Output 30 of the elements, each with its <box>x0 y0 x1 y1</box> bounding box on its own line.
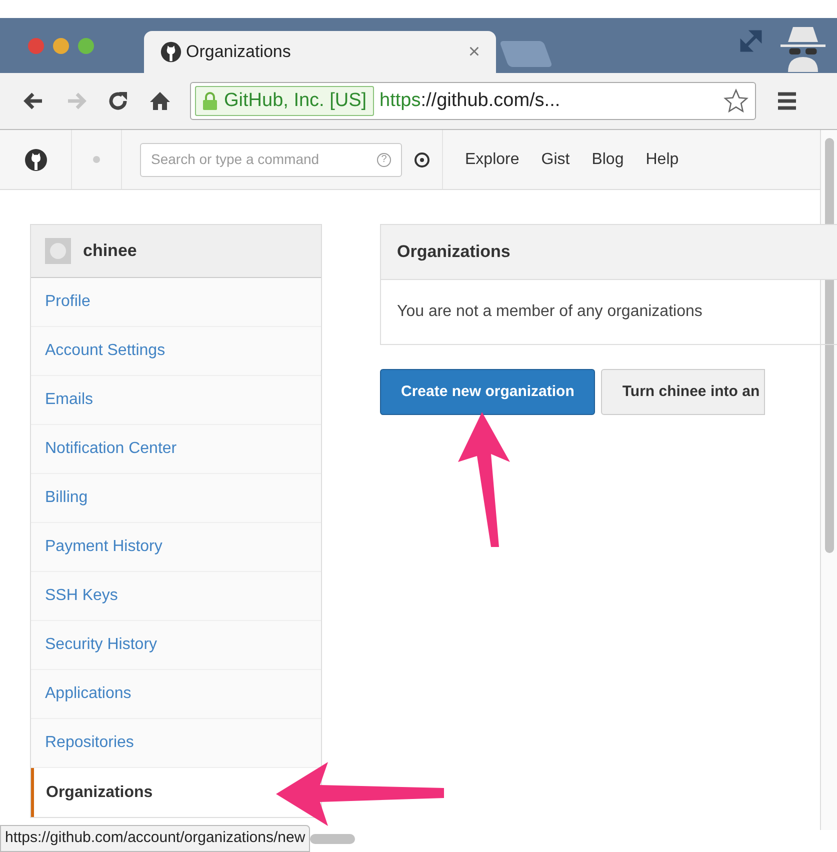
status-url-tooltip: https://github.com/account/organizations/new <box>0 825 310 852</box>
sidebar-item[interactable]: Payment History <box>31 523 321 572</box>
sidebar-item[interactable]: Billing <box>31 474 321 523</box>
sidebar-item[interactable]: Account Settings <box>31 327 321 376</box>
sidebar-item[interactable]: Organizations <box>31 768 321 817</box>
sidebar-item[interactable]: Emails <box>31 376 321 425</box>
tab-close-button[interactable]: × <box>468 37 480 67</box>
identity-badge[interactable]: GitHub, Inc. [US] <box>195 86 374 116</box>
nav-link[interactable]: Gist <box>541 148 570 172</box>
tab-title: Organizations <box>186 41 292 64</box>
create-organization-button[interactable]: Create new organization <box>380 369 596 415</box>
address-bar[interactable]: GitHub, Inc. [US] https://github.com/s... <box>190 82 756 120</box>
search-field[interactable]: Search or type a command ? <box>140 142 402 176</box>
search-input[interactable]: Search or type a command <box>151 149 377 170</box>
search-help-icon[interactable]: ? <box>377 152 391 166</box>
nav-link[interactable]: Explore <box>465 148 520 172</box>
empty-message: You are not a member of any organizations <box>397 302 702 322</box>
sidebar-item[interactable]: Profile <box>31 278 321 327</box>
sidebar-item[interactable]: SSH Keys <box>31 572 321 621</box>
nav-link[interactable]: Blog <box>592 148 624 172</box>
nav-link[interactable]: Help <box>646 148 679 172</box>
panel-title: Organizations <box>397 241 510 264</box>
identity-text: GitHub, Inc. [US] <box>224 88 367 113</box>
convert-account-button[interactable]: Turn chinee into an <box>601 369 765 415</box>
sidebar-item[interactable]: Security History <box>31 621 321 670</box>
url-text: https://github.com/s... <box>380 88 562 113</box>
browser-tab[interactable]: Organizations × <box>144 31 496 73</box>
username: chinee <box>83 240 137 262</box>
sidebar-item[interactable]: Applications <box>31 670 321 719</box>
sidebar-item[interactable]: Notification Center <box>31 425 321 474</box>
